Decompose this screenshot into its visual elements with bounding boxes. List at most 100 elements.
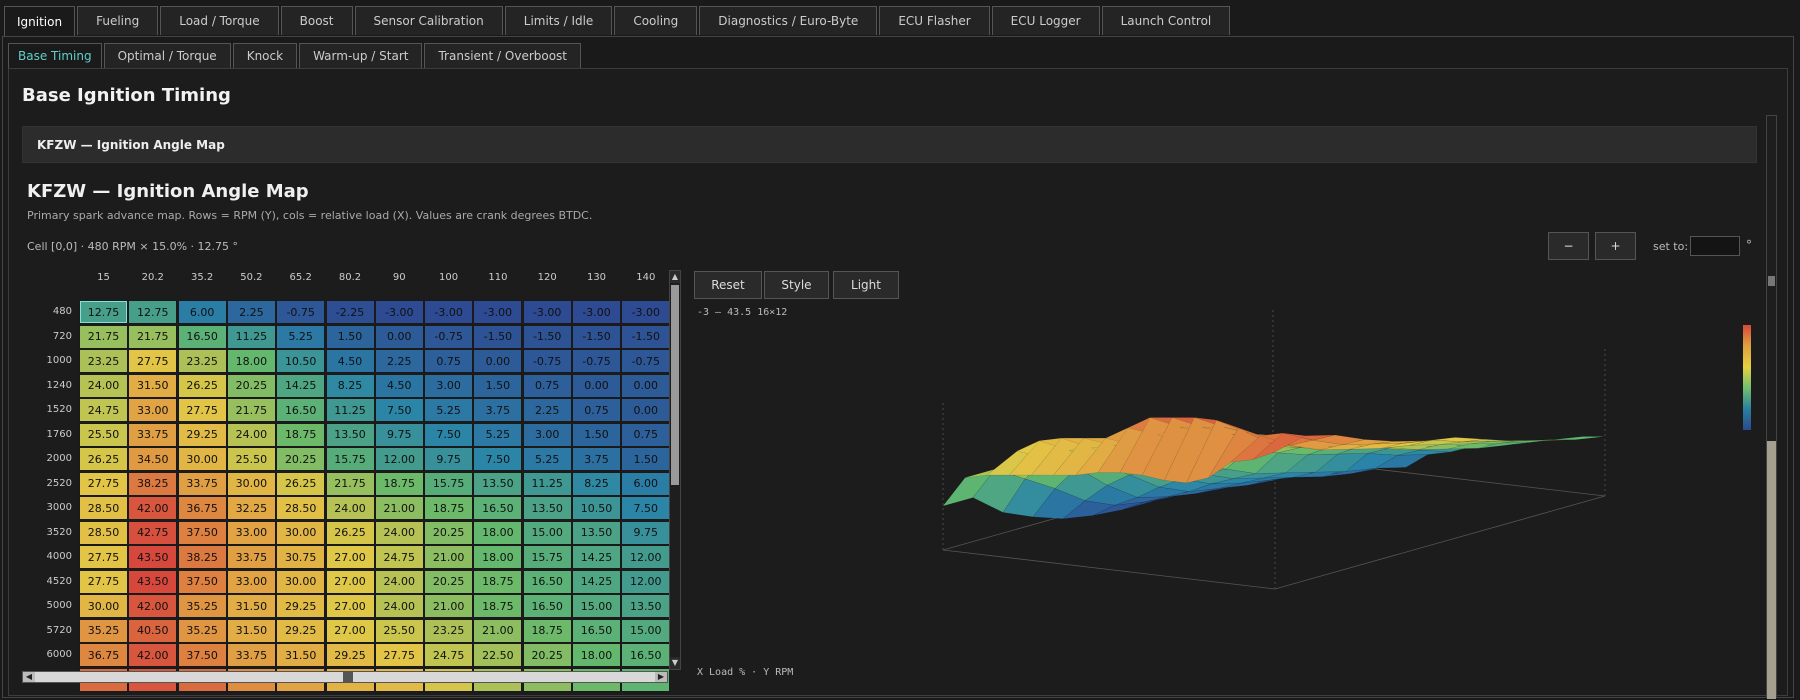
section-header[interactable]: KFZW — Ignition Angle Map <box>22 126 1757 163</box>
map-cell[interactable]: -2.25 <box>325 300 375 324</box>
map-cell[interactable]: 30.00 <box>79 594 128 618</box>
map-cell[interactable]: 24.00 <box>79 373 128 398</box>
map-cell[interactable]: 33.75 <box>226 643 276 667</box>
tab-limits-idle[interactable]: Limits / Idle <box>504 6 613 35</box>
map-cell[interactable]: 15.00 <box>621 618 671 643</box>
map-cell[interactable]: 20.25 <box>226 373 276 398</box>
map-cell[interactable]: 18.75 <box>276 422 326 447</box>
map-cell[interactable]: 4.50 <box>325 349 375 373</box>
map-cell[interactable]: 1.50 <box>473 373 523 398</box>
map-cell[interactable]: 25.50 <box>374 618 424 643</box>
map-cell[interactable]: 0.00 <box>621 373 671 398</box>
map-cell[interactable]: 20.25 <box>424 520 474 545</box>
map-cell[interactable]: 25.50 <box>79 422 128 447</box>
map-cell[interactable]: 4.50 <box>374 373 424 398</box>
subtab-transient-overboost[interactable]: Transient / Overboost <box>424 43 582 68</box>
map-cell[interactable]: 18.00 <box>226 349 276 373</box>
tab-cooling[interactable]: Cooling <box>614 6 698 35</box>
map-cell[interactable]: 26.25 <box>177 373 227 398</box>
map-cell[interactable]: 12.75 <box>79 300 128 324</box>
map-cell[interactable]: 21.00 <box>374 496 424 520</box>
map-cell[interactable]: 18.00 <box>572 643 621 667</box>
map-cell[interactable]: 3.00 <box>522 422 572 447</box>
map-cell[interactable]: 20.25 <box>424 569 474 594</box>
map-cell[interactable]: 43.50 <box>128 569 178 594</box>
map-cell[interactable]: 30.00 <box>177 447 227 471</box>
map-cell[interactable]: 24.75 <box>374 545 424 569</box>
map-cell[interactable]: -3.00 <box>374 300 424 324</box>
map-cell[interactable]: 18.75 <box>473 569 523 594</box>
map-cell[interactable]: 33.00 <box>226 569 276 594</box>
table-horizontal-scrollbar[interactable]: ◀ ▶ <box>22 671 668 683</box>
map-cell[interactable]: 24.00 <box>374 569 424 594</box>
map-cell[interactable]: 16.50 <box>473 496 523 520</box>
map-cell[interactable]: 21.75 <box>128 324 178 349</box>
map-cell[interactable]: 33.75 <box>177 471 227 496</box>
map-cell[interactable]: 29.25 <box>276 618 326 643</box>
map-cell[interactable]: 14.25 <box>572 569 621 594</box>
tab-load-torque[interactable]: Load / Torque <box>160 6 279 35</box>
map-cell[interactable]: 38.25 <box>177 545 227 569</box>
map-cell[interactable]: 3.00 <box>424 373 474 398</box>
map-cell[interactable]: 27.75 <box>79 569 128 594</box>
map-cell[interactable]: 37.50 <box>177 643 227 667</box>
map-cell[interactable]: 36.75 <box>79 643 128 667</box>
map-cell[interactable]: 29.25 <box>276 594 326 618</box>
map-cell[interactable]: 2.25 <box>226 300 276 324</box>
map-cell[interactable]: 24.00 <box>325 496 375 520</box>
map-cell[interactable]: 7.50 <box>473 447 523 471</box>
map-cell[interactable]: 6.00 <box>621 471 671 496</box>
tab-boost[interactable]: Boost <box>280 6 353 35</box>
map-cell[interactable]: 23.25 <box>424 618 474 643</box>
map-cell[interactable]: 33.00 <box>128 398 178 422</box>
map-cell[interactable]: 0.75 <box>621 422 671 447</box>
map-cell[interactable]: 21.00 <box>424 545 474 569</box>
map-cell[interactable]: 12.00 <box>621 569 671 594</box>
map-cell[interactable]: 42.75 <box>128 520 178 545</box>
map-cell[interactable]: 21.00 <box>424 594 474 618</box>
map-cell[interactable]: 12.75 <box>128 300 178 324</box>
reset-button[interactable]: Reset <box>694 271 762 299</box>
map-cell[interactable]: 13.50 <box>621 594 671 618</box>
map-cell[interactable]: 3.75 <box>473 398 523 422</box>
scroll-thumb-grip[interactable] <box>343 672 353 682</box>
map-cell[interactable]: 21.75 <box>325 471 375 496</box>
map-cell[interactable]: 16.50 <box>177 324 227 349</box>
map-cell[interactable]: 0.75 <box>522 373 572 398</box>
map-cell[interactable]: 3.75 <box>572 447 621 471</box>
map-cell[interactable]: 27.75 <box>177 398 227 422</box>
map-cell[interactable]: 18.75 <box>522 618 572 643</box>
map-cell[interactable]: 33.75 <box>226 545 276 569</box>
map-cell[interactable]: 21.00 <box>473 618 523 643</box>
map-cell[interactable]: 18.75 <box>424 496 474 520</box>
map-cell[interactable]: 22.50 <box>473 643 523 667</box>
map-cell[interactable]: 33.75 <box>128 422 178 447</box>
tab-ecu-flasher[interactable]: ECU Flasher <box>879 6 990 35</box>
map-cell[interactable]: 0.00 <box>374 324 424 349</box>
map-cell[interactable]: 15.00 <box>522 520 572 545</box>
map-cell[interactable]: 35.25 <box>177 594 227 618</box>
scroll-left-icon[interactable]: ◀ <box>23 672 35 682</box>
scroll-right-icon[interactable]: ▶ <box>655 672 667 682</box>
tab-launch-control[interactable]: Launch Control <box>1101 6 1231 35</box>
map-cell[interactable]: 31.50 <box>128 373 178 398</box>
map-cell[interactable]: 30.00 <box>226 471 276 496</box>
map-cell[interactable]: 28.50 <box>276 496 326 520</box>
map-cell[interactable]: 18.75 <box>473 594 523 618</box>
map-cell[interactable]: 20.25 <box>522 643 572 667</box>
subtab-knock[interactable]: Knock <box>232 43 298 68</box>
map-cell[interactable]: -3.00 <box>473 300 523 324</box>
map-cell[interactable]: 1.50 <box>572 422 621 447</box>
map-cell[interactable]: 27.75 <box>128 349 178 373</box>
map-cell[interactable]: 30.75 <box>276 545 326 569</box>
subtab-warmup-start[interactable]: Warm-up / Start <box>299 43 423 68</box>
map-cell[interactable]: 11.25 <box>522 471 572 496</box>
map-cell[interactable]: 43.50 <box>128 545 178 569</box>
map-cell[interactable]: 5.25 <box>424 398 474 422</box>
map-cell[interactable]: 13.50 <box>522 496 572 520</box>
map-cell[interactable]: 28.50 <box>79 520 128 545</box>
map-cell[interactable]: 27.75 <box>374 643 424 667</box>
map-cell[interactable]: 31.50 <box>226 618 276 643</box>
map-cell[interactable]: 37.50 <box>177 569 227 594</box>
map-cell[interactable]: 14.25 <box>572 545 621 569</box>
